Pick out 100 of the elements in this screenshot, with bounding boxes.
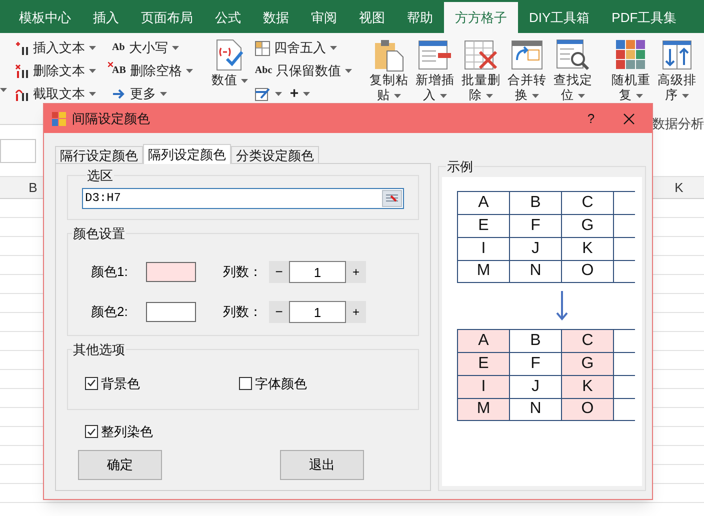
ribbon-big-button[interactable]: 随机重复 (610, 37, 652, 124)
caret-icon (532, 94, 540, 98)
ribbon-tab[interactable]: DIY工具箱 (518, 2, 601, 33)
caret-icon (486, 94, 494, 98)
example-cell: A (457, 328, 509, 352)
ribbon-button[interactable]: Ab 大小写 (112, 37, 179, 59)
caret-icon (89, 69, 96, 73)
dialog-title: 间隔设定颜色 (72, 110, 150, 128)
ribbon-tab[interactable]: 数据 (252, 2, 300, 33)
close-icon (623, 112, 635, 124)
ribbon-tab[interactable]: 页面布局 (130, 2, 204, 33)
example-cell: E (457, 352, 509, 374)
example-cell: C (561, 328, 613, 352)
ribbon-button[interactable]: 截取文本 (15, 83, 96, 105)
arrow-right-icon (112, 89, 126, 99)
caret-icon (89, 92, 96, 96)
group-title: 示例 (446, 158, 474, 176)
ribbon-button[interactable]: 插入文本 (15, 37, 96, 59)
ribbon-button[interactable]: + (290, 83, 310, 105)
example-cell: N (509, 260, 561, 282)
ribbon-tab[interactable]: 模板中心 (8, 2, 82, 33)
caret-icon (636, 94, 644, 98)
example-cell: F (509, 214, 561, 236)
caret-icon (186, 69, 193, 73)
decrement-button[interactable]: − (269, 301, 289, 323)
color-swatch[interactable] (146, 302, 196, 322)
text-badge-icon: Ab (112, 43, 125, 53)
table-sync-icon (511, 40, 544, 70)
checkbox[interactable] (85, 425, 98, 438)
checkbox[interactable] (239, 376, 252, 390)
color-swatch[interactable] (146, 262, 196, 282)
dialog-button[interactable]: 确定 (78, 450, 162, 480)
example-cell (613, 352, 635, 374)
decrement-button[interactable]: − (269, 261, 289, 283)
dialog-tab[interactable]: 隔行设定颜色 (55, 146, 143, 163)
ribbon-group-label: 数据分析 (652, 115, 704, 133)
ribbon-tab[interactable]: 视图 (348, 2, 396, 33)
caret-icon (160, 92, 167, 96)
example-cell: O (561, 260, 613, 282)
ribbon-button[interactable]: 更多 (112, 83, 167, 105)
example-cell: O (561, 398, 613, 420)
checkbox-label: 整列染色 (101, 423, 153, 441)
text-insert-icon (15, 41, 29, 55)
text-cut-icon (15, 87, 29, 101)
group-title: 颜色设置 (72, 224, 126, 242)
ribbon-button[interactable]: 删除文本 (15, 60, 96, 82)
count-input[interactable]: 1 (289, 261, 346, 283)
caret-icon (0, 88, 7, 92)
ribbon-button[interactable]: AB 删除空格 (112, 60, 193, 82)
example-cell: B (509, 190, 561, 214)
color-tiles-icon (616, 40, 646, 70)
ribbon-tab[interactable]: 帮助 (396, 2, 444, 33)
example-cell (613, 260, 635, 282)
range-input[interactable]: D3:H7 (82, 188, 404, 208)
ribbon-tab[interactable]: 审阅 (300, 2, 348, 33)
clipboard-icon (374, 38, 404, 72)
caret-icon (440, 94, 448, 98)
example-cell: M (457, 260, 509, 282)
sort-icon (662, 40, 692, 70)
range-select-icon (385, 193, 399, 203)
text-badge-icon: Abc (254, 66, 272, 76)
app-icon (52, 112, 66, 126)
example-cell (613, 236, 635, 260)
count-label: 列数： (223, 303, 263, 322)
increment-button[interactable]: + (346, 261, 366, 283)
column-header[interactable]: K (654, 178, 704, 198)
form-icon (418, 40, 452, 70)
checkbox[interactable] (85, 376, 98, 390)
arrow-down-icon (556, 290, 568, 320)
example-cell: I (457, 236, 509, 260)
example-cell: G (561, 352, 613, 374)
ribbon-button[interactable]: 四舍五入 (254, 37, 337, 59)
range-picker-button[interactable] (382, 190, 402, 206)
document-search-icon (556, 39, 590, 71)
example-cell: I (457, 374, 509, 398)
example-cell: A (457, 190, 509, 214)
ribbon-tab[interactable]: 方方格子 (444, 2, 518, 33)
example-cell: G (561, 214, 613, 236)
caret-icon (394, 94, 402, 98)
dialog-tab[interactable]: 隔列设定颜色 (143, 144, 231, 164)
caret-icon (89, 46, 96, 50)
example-cell: N (509, 398, 561, 420)
example-cell: F (509, 352, 561, 374)
caret-icon (330, 46, 337, 50)
ribbon-tab[interactable]: 公式 (204, 2, 252, 33)
text-delete-icon (15, 64, 29, 78)
count-input[interactable]: 1 (289, 301, 346, 323)
increment-button[interactable]: + (346, 301, 366, 323)
help-button[interactable]: ? (576, 108, 606, 128)
example-cell: M (457, 398, 509, 420)
dialog-tab[interactable]: 分类设定颜色 (231, 146, 319, 163)
caret-icon (345, 69, 352, 73)
document-check-icon (214, 39, 245, 71)
ribbon-tab[interactable]: 插入 (82, 2, 130, 33)
ribbon-tab[interactable]: PDF工具集 (600, 2, 688, 33)
ribbon-button[interactable]: Abc 只保留数值 (254, 60, 352, 82)
dialog-button[interactable]: 退出 (280, 450, 364, 480)
example-cell: C (561, 190, 613, 214)
example-cell: E (457, 214, 509, 236)
example-cell: J (509, 374, 561, 398)
